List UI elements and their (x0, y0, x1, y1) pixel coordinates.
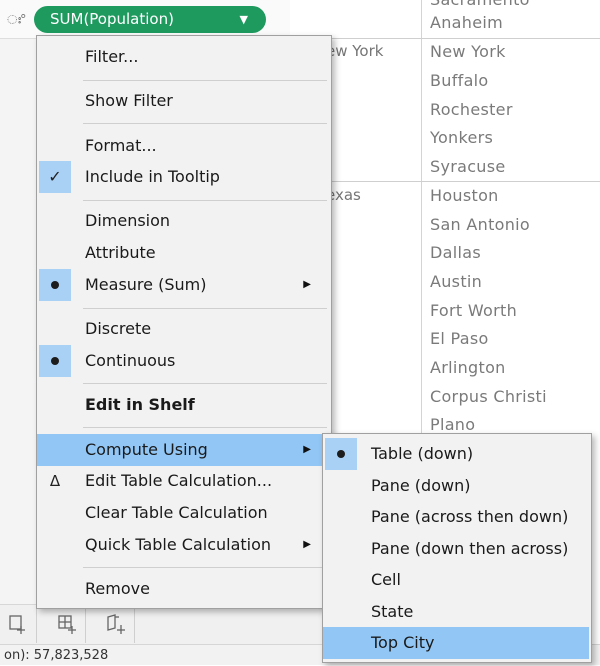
pill-context-menu: Filter... Show Filter Format... ✓ Includ… (36, 35, 332, 609)
pill-label: SUM(Population) (50, 10, 174, 28)
menu-item-label: Quick Table Calculation (85, 535, 272, 554)
menu-separator (83, 80, 327, 81)
menu-item-label: Measure (Sum) (85, 275, 207, 294)
menu-item-label: Filter... (85, 47, 139, 66)
submenu-item-pane-down[interactable]: Pane (down) (323, 470, 589, 502)
menu-separator (83, 567, 327, 568)
menu-item-label: Cell (371, 570, 401, 589)
status-text: on): 57,823,528 (4, 648, 109, 663)
submenu-item-table-down[interactable]: Table (down) (323, 438, 589, 470)
city-cell: Anaheim (430, 13, 504, 32)
submenu-arrow-icon: ▶ (303, 539, 311, 550)
row-separator (290, 181, 600, 182)
city-cell: Austin (430, 272, 483, 291)
menu-item-edit-in-shelf[interactable]: Edit in Shelf (37, 389, 329, 421)
state-label-new-york: ew York (326, 42, 384, 60)
submenu-item-pane-down-then-across[interactable]: Pane (down then across) (323, 533, 589, 565)
delta-icon: Δ (49, 472, 61, 490)
menu-item-label: Dimension (85, 211, 171, 230)
new-worksheet-button[interactable] (0, 605, 37, 643)
city-cell: Arlington (430, 358, 506, 377)
menu-item-measure-sum[interactable]: Measure (Sum) ▶ (37, 269, 329, 301)
menu-item-label: Format... (85, 136, 157, 155)
city-cell: Dallas (430, 243, 481, 262)
new-dashboard-icon (58, 615, 76, 634)
menu-item-discrete[interactable]: Discrete (37, 313, 329, 345)
row-separator (290, 38, 600, 39)
menu-separator (83, 308, 327, 309)
city-cell: Corpus Christi (430, 387, 547, 406)
menu-item-edit-table-calculation[interactable]: Δ Edit Table Calculation... (37, 465, 329, 497)
new-story-icon (107, 614, 125, 634)
city-cell: Rochester (430, 100, 513, 119)
submenu-arrow-icon: ▶ (303, 444, 311, 455)
column-divider (421, 0, 422, 440)
radio-selected-icon (39, 345, 71, 377)
city-cell: Plano (430, 415, 476, 434)
menu-item-filter[interactable]: Filter... (37, 41, 329, 73)
city-cell: Sacramento (430, 0, 530, 9)
pill-type-icon: ഃ° (7, 13, 26, 28)
chevron-down-icon[interactable]: ▼ (240, 6, 248, 33)
menu-item-show-filter[interactable]: Show Filter (37, 85, 329, 117)
submenu-item-state[interactable]: State (323, 596, 589, 628)
menu-separator (83, 200, 327, 201)
menu-item-label: Continuous (85, 351, 176, 370)
menu-item-label: Compute Using (85, 440, 208, 459)
menu-item-label: Attribute (85, 243, 156, 262)
city-cell: El Paso (430, 329, 489, 348)
city-cell: Syracuse (430, 157, 506, 176)
city-cell: Fort Worth (430, 301, 518, 320)
menu-separator (83, 383, 327, 384)
menu-item-include-in-tooltip[interactable]: ✓ Include in Tooltip (37, 161, 329, 193)
city-cell: New York (430, 42, 506, 61)
measure-shelf: ഃ° SUM(Population) ▼ (0, 0, 290, 39)
new-worksheet-icon (9, 615, 25, 634)
menu-item-label: Edit in Shelf (85, 395, 195, 414)
menu-item-label: Remove (85, 579, 150, 598)
radio-selected-icon (39, 269, 71, 301)
menu-item-continuous[interactable]: Continuous (37, 345, 329, 377)
menu-item-format[interactable]: Format... (37, 130, 329, 162)
menu-item-label: Include in Tooltip (85, 167, 220, 186)
sum-population-pill[interactable]: SUM(Population) ▼ (34, 6, 266, 33)
city-cell: Buffalo (430, 71, 489, 90)
menu-item-label: Show Filter (85, 91, 173, 110)
menu-item-attribute[interactable]: Attribute (37, 237, 329, 269)
menu-item-clear-table-calculation[interactable]: Clear Table Calculation (37, 497, 329, 529)
menu-item-compute-using[interactable]: Compute Using ▶ (37, 434, 329, 466)
new-dashboard-button[interactable] (49, 605, 86, 643)
city-cell: San Antonio (430, 215, 531, 234)
menu-item-label: Table (down) (371, 444, 474, 463)
radio-selected-icon (325, 438, 357, 470)
menu-item-quick-table-calculation[interactable]: Quick Table Calculation ▶ (37, 529, 329, 561)
menu-item-label: Pane (down then across) (371, 539, 569, 558)
menu-item-remove[interactable]: Remove (37, 573, 329, 605)
city-cell: Yonkers (430, 128, 494, 147)
menu-separator (83, 427, 327, 428)
menu-item-label: Pane (down) (371, 476, 471, 495)
checkmark-icon: ✓ (39, 161, 71, 193)
city-cell: Houston (430, 186, 499, 205)
menu-item-label: Discrete (85, 319, 152, 338)
new-story-button[interactable] (98, 605, 135, 643)
submenu-item-top-city[interactable]: Top City (323, 627, 589, 659)
menu-item-label: Pane (across then down) (371, 507, 569, 526)
menu-item-label: State (371, 602, 414, 621)
menu-separator (83, 123, 327, 124)
sheet-tab-toolbar (0, 604, 322, 645)
submenu-item-pane-across-then-down[interactable]: Pane (across then down) (323, 501, 589, 533)
menu-item-label: Clear Table Calculation (85, 503, 268, 522)
menu-item-label: Top City (371, 633, 435, 652)
menu-item-label: Edit Table Calculation... (85, 471, 273, 490)
submenu-item-cell[interactable]: Cell (323, 564, 589, 596)
submenu-arrow-icon: ▶ (303, 279, 311, 290)
menu-item-dimension[interactable]: Dimension (37, 205, 329, 237)
compute-using-submenu: Table (down) Pane (down) Pane (across th… (322, 433, 592, 663)
